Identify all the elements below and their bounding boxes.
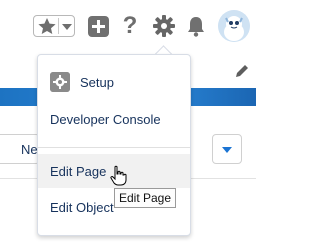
menu-item-label: Edit Object [50, 200, 114, 215]
menu-item-setup[interactable]: Setup [38, 65, 190, 99]
menu-item-label: Edit Page [50, 164, 107, 179]
menu-item-developer-console[interactable]: Developer Console [38, 102, 190, 136]
plus-icon [92, 20, 105, 33]
background-input[interactable]: Ne [0, 134, 40, 164]
user-avatar[interactable] [218, 10, 250, 42]
notifications-button[interactable] [185, 14, 207, 38]
bell-icon [188, 17, 204, 37]
menu-divider [38, 147, 190, 148]
favorites-divider [58, 18, 59, 34]
setup-gear-button[interactable] [152, 14, 176, 38]
question-icon: ? [122, 12, 138, 39]
favorites-button-group[interactable] [33, 15, 75, 37]
help-button[interactable]: ? [119, 13, 141, 39]
background-dropdown-button[interactable] [212, 134, 242, 164]
pencil-icon[interactable] [234, 63, 250, 79]
astro-avatar-icon [218, 10, 250, 42]
menu-item-label: Developer Console [50, 112, 161, 127]
star-icon[interactable] [36, 16, 58, 36]
chevron-down-icon [222, 147, 232, 153]
hand-cursor-icon [110, 165, 127, 186]
menu-item-label: Setup [80, 75, 114, 90]
tooltip: Edit Page [114, 188, 176, 208]
setup-gear-icon [50, 72, 70, 92]
setup-menu: Setup Developer Console Edit Page Edit O… [37, 54, 191, 236]
add-button[interactable] [88, 16, 109, 37]
chevron-down-icon[interactable] [61, 22, 73, 32]
background-input-text: Ne [21, 142, 38, 157]
global-header: ? [0, 0, 256, 52]
